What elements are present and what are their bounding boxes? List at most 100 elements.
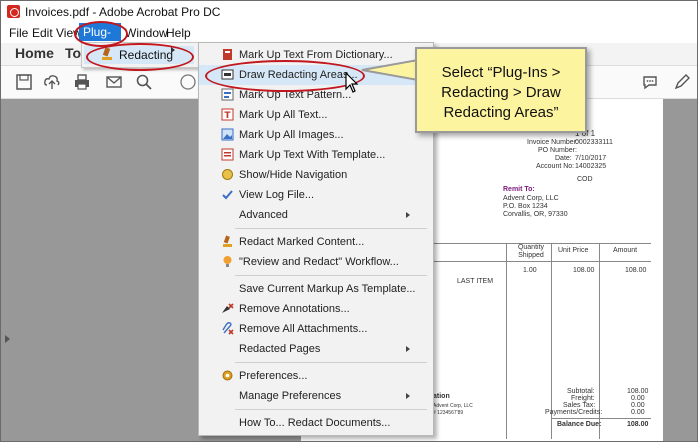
date-label: Date: xyxy=(555,155,572,162)
mouse-cursor-icon xyxy=(345,72,359,93)
item-label: "Review and Redact" Workflow... xyxy=(239,256,399,268)
item-label: Show/Hide Navigation xyxy=(239,169,348,181)
item-label: Mark Up All Text... xyxy=(239,109,328,121)
menu-help[interactable]: Help xyxy=(166,26,191,40)
footer-account: # 1234567'89 xyxy=(433,410,464,416)
item-label: Mark Up All Images... xyxy=(239,129,344,141)
menu-window[interactable]: Window xyxy=(125,26,168,40)
item-label: Preferences... xyxy=(239,370,308,382)
redacting-submenu: Mark Up Text From Dictionary... Draw Red… xyxy=(198,42,434,436)
menu-how-to-redact[interactable]: How To... Redact Documents... xyxy=(199,413,433,433)
menu-redact-marked-content[interactable]: Redact Marked Content... xyxy=(199,232,433,252)
col-unit-price: Unit Price xyxy=(558,247,589,254)
subtotal: 108.00 xyxy=(627,388,649,395)
invoice-number: 0002333111 xyxy=(575,139,613,146)
log-icon xyxy=(222,190,233,200)
window-title: Invoices.pdf - Adobe Acrobat Pro DC xyxy=(25,5,221,19)
upload-icon[interactable] xyxy=(43,73,61,91)
menu-separator xyxy=(235,362,427,363)
remit-box: P.O. Box 1234 xyxy=(503,203,548,210)
balance-rule xyxy=(551,418,651,419)
submenu-arrow-icon xyxy=(406,393,410,399)
menu-remove-attachments[interactable]: Remove All Attachments... xyxy=(199,319,433,339)
menu-mark-up-all-text[interactable]: T Mark Up All Text... xyxy=(199,105,433,125)
freight: 0.00 xyxy=(631,395,645,402)
menu-mark-up-all-images[interactable]: Mark Up All Images... xyxy=(199,125,433,145)
menu-edit[interactable]: Edit xyxy=(32,26,53,40)
instruction-callout: Select “Plug-Ins > Redacting > Draw Reda… xyxy=(415,47,587,133)
menu-separator xyxy=(235,409,427,410)
comment-icon[interactable] xyxy=(641,73,659,91)
footer-word: ation xyxy=(433,393,450,400)
save-icon[interactable] xyxy=(15,73,33,91)
footer-company: Advent Corp, LLC xyxy=(433,403,473,409)
print-icon[interactable] xyxy=(73,73,91,91)
menu-preferences[interactable]: Preferences... xyxy=(199,366,433,386)
row-item: LAST ITEM xyxy=(457,278,494,285)
tab-tools[interactable]: To xyxy=(65,45,81,61)
freight-label: Freight: xyxy=(571,395,595,402)
item-label: Save Current Markup As Template... xyxy=(239,283,416,295)
navigation-icon xyxy=(222,169,233,180)
template-icon xyxy=(221,148,234,161)
info-icon[interactable] xyxy=(179,73,197,91)
item-label: How To... Redact Documents... xyxy=(239,417,391,429)
sales-tax: 0.00 xyxy=(631,402,645,409)
table-header-rule xyxy=(433,261,651,262)
dictionary-icon xyxy=(223,49,232,60)
menu-separator xyxy=(235,228,427,229)
balance-due: 108.00 xyxy=(627,421,649,428)
pen-icon[interactable] xyxy=(673,73,691,91)
item-label: Mark Up Text With Template... xyxy=(239,149,386,161)
panel-expand-icon[interactable] xyxy=(5,335,10,343)
bulb-icon xyxy=(223,256,232,267)
invoice-date: 7/10/2017 xyxy=(575,155,607,162)
invoice-number-label: Invoice Number: xyxy=(527,139,578,146)
menu-view-log-file[interactable]: View Log File... xyxy=(199,185,433,205)
acrobat-logo-icon xyxy=(7,5,20,18)
remit-name: Advent Corp, LLC xyxy=(503,195,559,202)
acrobat-window: Invoices.pdf - Adobe Acrobat Pro DC File… xyxy=(0,0,698,442)
menu-redacted-pages[interactable]: Redacted Pages xyxy=(199,339,433,359)
menu-remove-annotations[interactable]: Remove Annotations... xyxy=(199,299,433,319)
remove-annotations-icon xyxy=(222,303,234,313)
menu-advanced[interactable]: Advanced xyxy=(199,205,433,225)
callout-text: Select “Plug-Ins > Redacting > Draw Reda… xyxy=(441,64,561,121)
tab-home[interactable]: Home xyxy=(15,45,54,61)
item-label: Redact Marked Content... xyxy=(239,236,365,248)
table-col-rule-1 xyxy=(506,243,507,439)
item-label: Remove Annotations... xyxy=(239,303,350,315)
email-icon[interactable] xyxy=(105,73,123,91)
image-icon xyxy=(221,128,234,141)
account-number: 14002325 xyxy=(575,163,607,170)
remit-label: Remit To: xyxy=(503,186,535,193)
redact-icon xyxy=(223,235,232,247)
col-quantity: Quantity Shipped xyxy=(517,244,545,259)
menu-file[interactable]: File xyxy=(9,26,28,40)
menu-save-markup-template[interactable]: Save Current Markup As Template... xyxy=(199,279,433,299)
draw-redacting-highlight xyxy=(205,60,365,92)
menu-show-hide-navigation[interactable]: Show/Hide Navigation xyxy=(199,165,433,185)
row-unit: 108.00 xyxy=(573,267,595,274)
subtotal-label: Subtotal: xyxy=(567,388,595,395)
item-label: Advanced xyxy=(239,209,288,221)
menu-review-and-redact[interactable]: "Review and Redact" Workflow... xyxy=(199,252,433,272)
menu-mark-up-template[interactable]: Mark Up Text With Template... xyxy=(199,145,433,165)
item-label: Remove All Attachments... xyxy=(239,323,368,335)
payments: 0.00 xyxy=(631,409,645,416)
sales-tax-label: Sales Tax: xyxy=(563,402,596,409)
item-label: Manage Preferences xyxy=(239,390,342,402)
row-qty: 1.00 xyxy=(523,267,537,274)
submenu-arrow-icon xyxy=(406,212,410,218)
text-icon: T xyxy=(221,108,234,121)
title-bar: Invoices.pdf - Adobe Acrobat Pro DC xyxy=(1,1,697,23)
search-icon[interactable] xyxy=(135,73,153,91)
menu-separator xyxy=(235,275,427,276)
item-label: Redacted Pages xyxy=(239,343,321,355)
po-label: PO Number: xyxy=(538,147,577,154)
redacting-highlight xyxy=(86,43,194,71)
pattern-icon xyxy=(221,88,234,101)
payments-label: Payments/Credits: xyxy=(545,409,603,416)
menu-manage-preferences[interactable]: Manage Preferences xyxy=(199,386,433,406)
row-amount: 108.00 xyxy=(625,267,647,274)
